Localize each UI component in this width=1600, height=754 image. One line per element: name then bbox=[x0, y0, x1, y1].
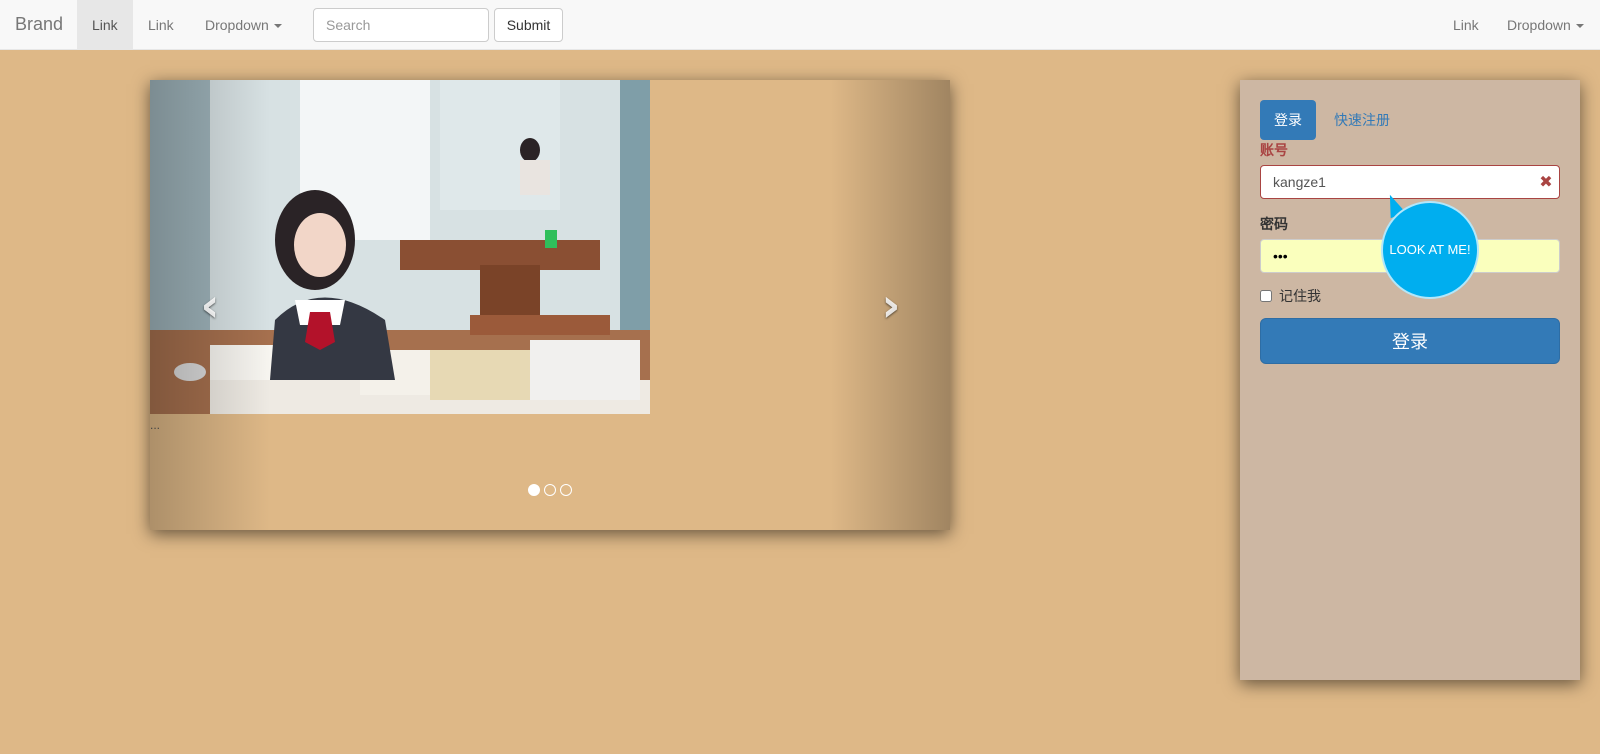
nav-link-1[interactable]: Link bbox=[77, 0, 133, 50]
nav-link-2[interactable]: Link bbox=[133, 0, 189, 50]
carousel-indicator-1[interactable] bbox=[528, 484, 540, 496]
carousel-indicator-3[interactable] bbox=[560, 484, 572, 496]
navbar-brand[interactable]: Brand bbox=[15, 14, 63, 34]
search-submit-button[interactable]: Submit bbox=[494, 8, 563, 42]
remember-me-label: 记住我 bbox=[1279, 288, 1321, 304]
look-at-me-tooltip: LOOK AT ME! bbox=[1381, 201, 1479, 299]
caret-down-icon bbox=[1575, 24, 1584, 29]
carousel-indicator-2[interactable] bbox=[544, 484, 556, 496]
nav-dropdown-right[interactable]: Dropdown bbox=[1492, 0, 1599, 50]
image-carousel: ... ‹ › bbox=[150, 80, 950, 530]
nav-dropdown-right-label: Dropdown bbox=[1507, 17, 1571, 33]
nav-dropdown-left-label: Dropdown bbox=[205, 17, 269, 33]
nav-dropdown-left[interactable]: Dropdown bbox=[190, 0, 297, 50]
tooltip-text: LOOK AT ME! bbox=[1389, 242, 1471, 257]
password-label: 密码 bbox=[1260, 216, 1288, 232]
remember-me-checkbox[interactable] bbox=[1260, 290, 1272, 302]
carousel-prev-button[interactable]: ‹ bbox=[190, 278, 230, 332]
account-label: 账号 bbox=[1260, 142, 1288, 158]
login-panel: 登录 快速注册 账号 ✖ 密码 LOOK AT ME! 记住我 登录 bbox=[1240, 80, 1580, 680]
tab-login[interactable]: 登录 bbox=[1260, 100, 1316, 140]
top-navbar: Brand Link Link Dropdown Submit Link Dro… bbox=[0, 0, 1600, 50]
login-submit-button[interactable]: 登录 bbox=[1260, 318, 1560, 364]
search-input[interactable] bbox=[313, 8, 489, 42]
carousel-next-button[interactable]: › bbox=[871, 278, 911, 332]
tab-register[interactable]: 快速注册 bbox=[1320, 100, 1404, 140]
chevron-left-icon: ‹ bbox=[200, 278, 220, 332]
remove-icon: ✖ bbox=[1539, 172, 1553, 191]
carousel-indicators bbox=[528, 484, 572, 496]
chevron-right-icon: › bbox=[881, 278, 901, 332]
remember-me[interactable]: 记住我 bbox=[1260, 286, 1321, 306]
account-field[interactable] bbox=[1260, 165, 1560, 199]
caret-down-icon bbox=[273, 24, 282, 29]
nav-link-right[interactable]: Link bbox=[1438, 0, 1494, 50]
